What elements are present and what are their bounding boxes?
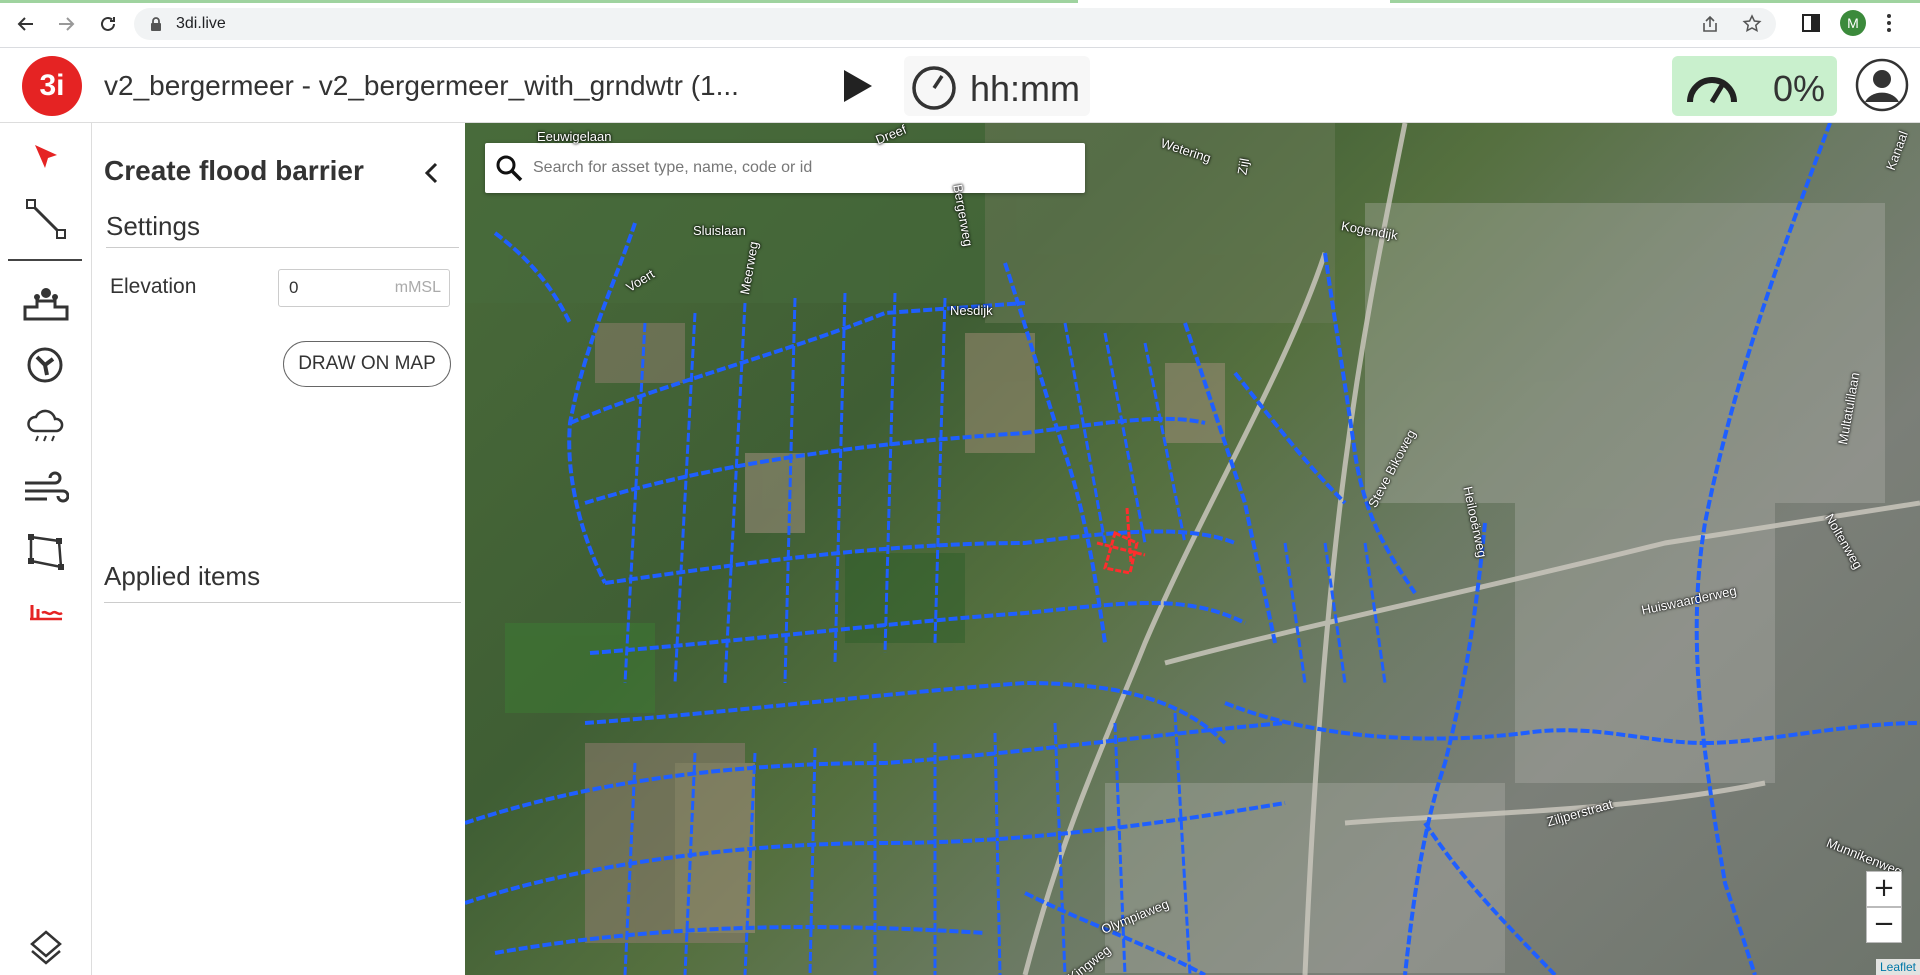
time-text: hh:mm [970, 68, 1081, 109]
elevation-field[interactable]: 0 mMSL [278, 269, 450, 307]
zoom-out-button[interactable]: − [1866, 907, 1902, 943]
clock-icon [910, 64, 958, 117]
search-input[interactable] [533, 155, 1073, 181]
speed-percent: 0% [1772, 68, 1825, 109]
rain-tool-icon[interactable] [22, 405, 70, 449]
lock-icon [150, 17, 162, 36]
profile-initial: M [1840, 10, 1866, 36]
chevron-left-icon[interactable] [422, 161, 442, 190]
place-label: Sluislaan [693, 223, 746, 238]
play-icon[interactable] [842, 68, 874, 109]
flood-barrier-panel: Create flood barrier Settings Elevation … [92, 123, 465, 975]
select-tool-icon[interactable] [22, 135, 70, 179]
zoom-in-button[interactable]: + [1866, 871, 1902, 907]
speedometer-icon [1684, 66, 1740, 111]
loading-bar-segment [1390, 0, 1920, 3]
settings-heading: Settings [106, 211, 200, 241]
map-attribution[interactable]: Leaflet [1875, 959, 1920, 975]
address-bar[interactable]: 3di.live [134, 8, 1776, 40]
forward-icon[interactable] [52, 10, 80, 38]
draw-on-map-button[interactable]: DRAW ON MAP [283, 341, 451, 387]
polygon-tool-icon[interactable] [22, 529, 70, 573]
map-view[interactable]: Eeuwigelaan Sluislaan Voert Meerweg Berg… [465, 123, 1920, 975]
simulation-speed[interactable]: 0% [1672, 56, 1837, 116]
share-icon[interactable] [1700, 14, 1720, 39]
time-display[interactable]: hh:mm [904, 56, 1090, 116]
layers-tool-icon[interactable] [22, 925, 70, 969]
discharge-tool-icon[interactable] [22, 281, 70, 325]
browser-toolbar: 3di.live M [0, 0, 1920, 48]
place-label: Nesdijk [950, 303, 993, 318]
divider [106, 247, 459, 248]
side-panel-icon[interactable] [1802, 14, 1820, 37]
back-icon[interactable] [12, 10, 40, 38]
flood-barrier-tool-icon[interactable] [22, 591, 70, 635]
tool-rail [0, 123, 92, 975]
search-icon [495, 154, 523, 187]
model-title: v2_bergermeer - v2_bergermeer_with_grndw… [104, 70, 739, 101]
menu-icon[interactable] [1886, 12, 1892, 39]
place-label: Eeuwigelaan [537, 129, 612, 144]
line-tool-icon[interactable] [22, 197, 70, 241]
app-header: 3i v2_bergermeer - v2_bergermeer_with_gr… [0, 48, 1920, 123]
divider [104, 602, 461, 603]
map-canvas [465, 123, 1920, 975]
asset-search[interactable] [485, 143, 1085, 193]
profile-avatar[interactable]: M [1840, 10, 1866, 36]
user-icon[interactable] [1855, 58, 1909, 117]
rail-divider [8, 259, 82, 261]
reload-icon[interactable] [94, 10, 122, 38]
star-icon[interactable] [1742, 14, 1762, 39]
wind-tool-icon[interactable] [22, 467, 70, 511]
elevation-unit: mMSL [394, 279, 441, 296]
loading-bar [0, 0, 1078, 3]
elevation-value: 0 [289, 278, 299, 297]
elevation-label: Elevation [110, 275, 197, 298]
place-label: Zijl [1234, 157, 1253, 176]
panel-title: Create flood barrier [104, 155, 364, 186]
url-text: 3di.live [176, 15, 226, 32]
logo[interactable]: 3i [22, 56, 82, 116]
applied-items-heading: Applied items [104, 561, 261, 591]
pump-tool-icon[interactable] [22, 343, 70, 387]
